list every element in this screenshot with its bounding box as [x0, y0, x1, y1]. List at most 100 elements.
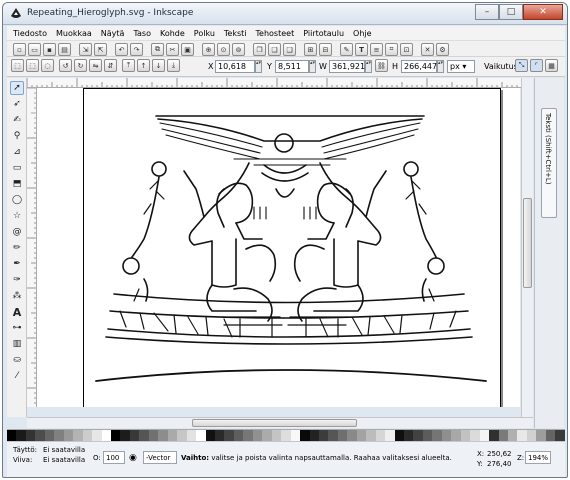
y-field[interactable]: 8,511	[275, 60, 309, 73]
lower-icon[interactable]: ↓	[152, 59, 165, 72]
y-spin[interactable]: ▴▾	[309, 60, 316, 73]
menu-edit[interactable]: Muokkaa	[56, 29, 92, 38]
layer-select[interactable]: -Vector	[143, 451, 177, 464]
text-tool-icon[interactable]: A	[10, 305, 24, 319]
stroke-label: Viiva:	[13, 456, 33, 464]
save-icon[interactable]: ▪	[43, 43, 56, 56]
close-button[interactable]: ✕	[523, 4, 563, 20]
menu-path[interactable]: Polku	[194, 29, 215, 38]
rotate-cw-icon[interactable]: ↻	[74, 59, 87, 72]
paint-bucket-tool-icon[interactable]: ⛀	[10, 353, 24, 367]
h-spin[interactable]: ▴▾	[437, 60, 444, 73]
cut-icon[interactable]: ✂	[166, 43, 179, 56]
unlink-clone-icon[interactable]: ❑	[283, 43, 296, 56]
layers-icon[interactable]: ≡	[370, 43, 383, 56]
paste-icon[interactable]: ▣	[181, 43, 194, 56]
fill-stroke-icon[interactable]: ✎	[340, 43, 353, 56]
minimize-button[interactable]: –	[475, 4, 499, 20]
pen-tool-icon[interactable]: ✒	[10, 257, 24, 271]
redo-icon[interactable]: ↷	[130, 43, 143, 56]
x-spin[interactable]: ▴▾	[255, 60, 262, 73]
align-icon[interactable]: ⊡	[400, 43, 413, 56]
pencil-tool-icon[interactable]: ✏	[10, 241, 24, 255]
spray-tool-icon[interactable]: ⁂	[10, 289, 24, 303]
copy-icon[interactable]: ⧉	[151, 43, 164, 56]
layer-visibility-icon[interactable]: ◉	[129, 453, 137, 463]
menu-help[interactable]: Ohje	[353, 29, 372, 38]
stroke-value[interactable]: Ei saatavilla	[43, 456, 85, 464]
star-tool-icon[interactable]: ☆	[10, 209, 24, 223]
zoom-field[interactable]: 194%	[525, 451, 551, 464]
print-icon[interactable]: ▤	[58, 43, 71, 56]
text-font-icon[interactable]: T	[355, 43, 368, 56]
w-spin[interactable]: ▴▾	[365, 60, 372, 73]
y-label: Y	[267, 62, 272, 71]
zoom-drawing-icon[interactable]: ⊙	[217, 43, 230, 56]
ellipse-tool-icon[interactable]: ◯	[10, 193, 24, 207]
dropper-tool-icon[interactable]: ⁄	[10, 369, 24, 383]
menu-layer[interactable]: Taso	[133, 29, 151, 38]
measure-tool-icon[interactable]: ⊿	[10, 145, 24, 159]
tweak-tool-icon[interactable]: ✍	[10, 113, 24, 127]
export-icon[interactable]: ⇱	[94, 43, 107, 56]
w-field[interactable]: 361,921	[329, 60, 365, 73]
lower-to-bottom-icon[interactable]: ⤓	[167, 59, 180, 72]
undo-icon[interactable]: ↶	[115, 43, 128, 56]
menu-object[interactable]: Kohde	[160, 29, 185, 38]
status-message-text: valitse ja poista valinta napsauttamalla…	[209, 454, 452, 462]
scale-corners-icon[interactable]: ⌜	[530, 59, 543, 72]
document-properties-icon[interactable]: ⚙	[436, 43, 449, 56]
menu-text[interactable]: Teksti	[224, 29, 247, 38]
menu-file[interactable]: Tiedosto	[13, 29, 47, 38]
box3d-tool-icon[interactable]: ⬒	[10, 177, 24, 191]
horizontal-scrollbar[interactable]	[27, 417, 533, 428]
drawing-canvas[interactable]	[37, 88, 520, 407]
flip-vertical-icon[interactable]: ⇵	[104, 59, 117, 72]
vertical-scrollbar[interactable]	[521, 78, 533, 417]
connector-tool-icon[interactable]: ⊶	[10, 321, 24, 335]
menu-whiteboard[interactable]: Piirtotaulu	[303, 29, 344, 38]
text-dialog-tab[interactable]: Teksti (Shift+Ctrl+L)	[541, 108, 557, 218]
unit-select[interactable]: px ▾	[447, 60, 475, 73]
maximize-button[interactable]: □	[499, 4, 523, 20]
duplicate-icon[interactable]: ❐	[253, 43, 266, 56]
import-icon[interactable]: ⇲	[79, 43, 92, 56]
cursor-x-value: 250,62	[487, 450, 512, 458]
vertical-scroll-thumb[interactable]	[523, 198, 532, 288]
open-icon[interactable]: ▭	[28, 43, 41, 56]
fill-value[interactable]: Ei saatavilla	[43, 446, 85, 454]
scale-stroke-icon[interactable]: ⤡	[515, 59, 528, 72]
lock-ratio-icon[interactable]: ⛓	[375, 59, 388, 72]
horizontal-scroll-thumb[interactable]	[192, 419, 357, 427]
raise-to-top-icon[interactable]: ⤒	[122, 59, 135, 72]
h-field[interactable]: 266,447	[401, 60, 437, 73]
transform-gradient-icon[interactable]: ▦	[545, 59, 558, 72]
select-all-layers-icon[interactable]: ⬚	[26, 59, 39, 72]
calligraphy-tool-icon[interactable]: ✑	[10, 273, 24, 287]
new-document-icon[interactable]: ▫	[13, 43, 26, 56]
selector-tool-icon[interactable]: ➚	[10, 81, 24, 95]
x-field[interactable]: 10,618	[215, 60, 255, 73]
zoom-selection-icon[interactable]: ⊕	[202, 43, 215, 56]
hieroglyph-drawing[interactable]	[84, 89, 502, 407]
xml-editor-icon[interactable]: ⌗	[385, 43, 398, 56]
deselect-icon[interactable]: ◌	[41, 59, 54, 72]
rotate-ccw-icon[interactable]: ↺	[59, 59, 72, 72]
ungroup-icon[interactable]: ⊟	[319, 43, 332, 56]
opacity-field[interactable]: 100	[103, 451, 125, 464]
clone-icon[interactable]: ❏	[268, 43, 281, 56]
flip-horizontal-icon[interactable]: ⇋	[89, 59, 102, 72]
zoom-tool-icon[interactable]: ⚲	[10, 129, 24, 143]
node-tool-icon[interactable]: ➶	[10, 97, 24, 111]
raise-icon[interactable]: ↑	[137, 59, 150, 72]
group-icon[interactable]: ⊞	[304, 43, 317, 56]
spiral-tool-icon[interactable]: @	[10, 225, 24, 239]
zoom-page-icon[interactable]: ⊚	[232, 43, 245, 56]
menu-effects[interactable]: Tehosteet	[256, 29, 295, 38]
gradient-tool-icon[interactable]: ▥	[10, 337, 24, 351]
rectangle-tool-icon[interactable]: ▭	[10, 161, 24, 175]
menu-view[interactable]: Näytä	[101, 29, 125, 38]
horizontal-ruler-ticks	[27, 78, 523, 87]
select-all-icon[interactable]: ⬚	[11, 59, 24, 72]
preferences-icon[interactable]: ✕	[421, 43, 434, 56]
